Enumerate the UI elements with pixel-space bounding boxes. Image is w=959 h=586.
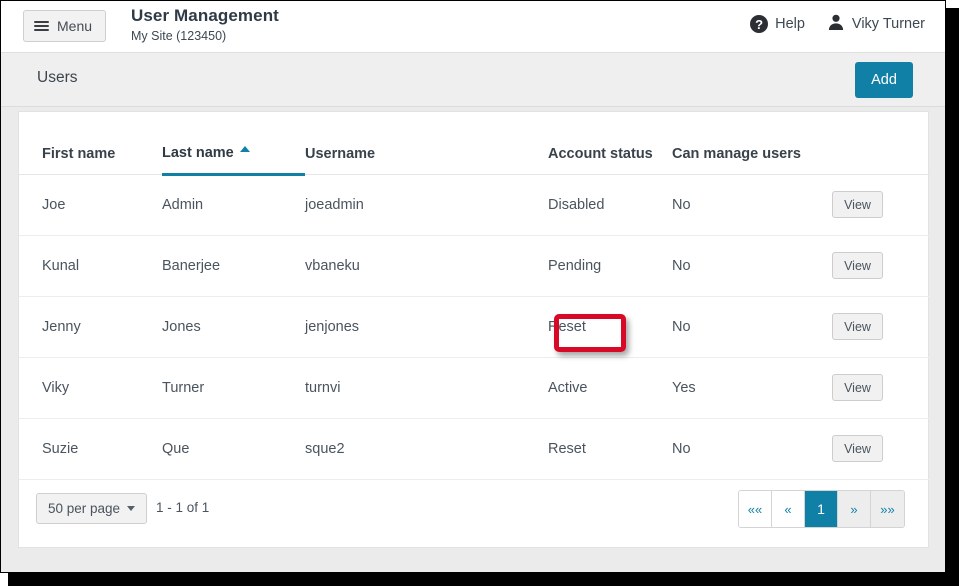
- cell-last-name: Admin: [162, 174, 305, 236]
- cell-can-manage-users: Yes: [672, 357, 832, 419]
- menu-button[interactable]: Menu: [23, 10, 107, 42]
- cell-can-manage-users: No: [672, 174, 832, 236]
- per-page-label: 50 per page: [48, 501, 121, 516]
- section-title: Users: [37, 69, 78, 86]
- cell-first-name: Suzie: [19, 418, 162, 480]
- help-label: Help: [775, 16, 805, 32]
- column-header-label: Account status: [548, 145, 653, 162]
- menu-button-label: Menu: [57, 18, 93, 34]
- table-row: Viky Turner turnvi Active Yes View: [19, 357, 930, 419]
- cell-actions: View: [832, 174, 930, 236]
- users-card: First name Last name Username Account st…: [18, 111, 930, 548]
- top-header-bar: Menu User Management My Site (123450) ? …: [1, 1, 945, 53]
- cell-last-name: Que: [162, 418, 305, 480]
- frame-shadow-bottom: [8, 573, 959, 586]
- cell-can-manage-users: No: [672, 418, 832, 480]
- cell-can-manage-users: No: [672, 235, 832, 297]
- cell-username: joeadmin: [305, 174, 548, 236]
- column-header-account-status[interactable]: Account status: [548, 112, 672, 175]
- view-button[interactable]: View: [832, 313, 883, 340]
- cell-first-name: Joe: [19, 174, 162, 236]
- last-page-button[interactable]: »»: [871, 491, 904, 527]
- cell-account-status: Active: [548, 357, 672, 419]
- add-button[interactable]: Add: [855, 62, 913, 98]
- cell-actions: View: [832, 418, 930, 480]
- column-header-username[interactable]: Username: [305, 112, 548, 175]
- table-header-row: First name Last name Username Account st…: [19, 112, 930, 176]
- column-header-first-name[interactable]: First name: [19, 112, 162, 175]
- column-header-actions: [832, 112, 930, 175]
- result-range-label: 1 - 1 of 1: [156, 500, 210, 515]
- cell-first-name: Viky: [19, 357, 162, 419]
- cell-last-name: Turner: [162, 357, 305, 419]
- view-button[interactable]: View: [832, 191, 883, 218]
- cell-actions: View: [832, 296, 930, 358]
- person-icon: [827, 13, 845, 35]
- table-footer: 50 per page 1 - 1 of 1 «« « 1 » »»: [19, 475, 928, 547]
- column-header-last-name[interactable]: Last name: [162, 112, 305, 176]
- next-page-button[interactable]: »: [838, 491, 871, 527]
- cell-username: sque2: [305, 418, 548, 480]
- page-1-button[interactable]: 1: [805, 491, 838, 527]
- first-page-button[interactable]: ««: [739, 491, 772, 527]
- section-header-bar: Users Add: [1, 53, 945, 107]
- hamburger-icon: [34, 21, 49, 31]
- cell-username: turnvi: [305, 357, 548, 419]
- site-subtitle: My Site (123450): [131, 29, 227, 43]
- question-mark-circle-icon: ?: [750, 15, 769, 33]
- column-header-label: Username: [305, 145, 376, 162]
- cell-last-name: Jones: [162, 296, 305, 358]
- cell-first-name: Kunal: [19, 235, 162, 297]
- cell-can-manage-users: No: [672, 296, 832, 358]
- table-row: Kunal Banerjee vbaneku Pending No View: [19, 235, 930, 297]
- column-header-label: Last name: [162, 144, 234, 161]
- cell-actions: View: [832, 235, 930, 297]
- pagination: «« « 1 » »»: [738, 490, 905, 528]
- cell-first-name: Jenny: [19, 296, 162, 358]
- column-header-label: First name: [42, 145, 116, 162]
- cell-username: jenjones: [305, 296, 548, 358]
- screenshot-frame: Menu User Management My Site (123450) ? …: [0, 0, 946, 573]
- frame-shadow-right: [946, 8, 959, 586]
- column-header-label: Can manage users: [672, 145, 801, 162]
- per-page-dropdown[interactable]: 50 per page: [36, 493, 148, 524]
- caret-down-icon: [127, 506, 136, 511]
- column-header-can-manage-users[interactable]: Can manage users: [672, 112, 832, 175]
- user-account-link[interactable]: Viky Turner: [827, 13, 925, 35]
- table-row: Joe Admin joeadmin Disabled No View: [19, 174, 930, 236]
- top-header-actions: ? Help Viky Turner: [750, 13, 925, 35]
- table-row: Suzie Que sque2 Reset No View: [19, 418, 930, 480]
- users-table: First name Last name Username Account st…: [19, 112, 930, 480]
- title-block: User Management My Site (123450): [131, 5, 279, 44]
- cell-account-status: Reset: [548, 418, 672, 480]
- prev-page-button[interactable]: «: [772, 491, 805, 527]
- caret-up-icon: [239, 145, 250, 152]
- view-button[interactable]: View: [832, 252, 883, 279]
- users-table-body: Joe Admin joeadmin Disabled No View Kuna…: [19, 174, 930, 480]
- cell-username: vbaneku: [305, 235, 548, 297]
- cell-account-status: Pending: [548, 235, 672, 297]
- table-row: Jenny Jones jenjones Reset No View: [19, 296, 930, 358]
- users-table-head: First name Last name Username Account st…: [19, 112, 930, 176]
- view-button[interactable]: View: [832, 435, 883, 462]
- user-name-label: Viky Turner: [851, 16, 925, 32]
- cell-actions: View: [832, 357, 930, 419]
- help-link[interactable]: ? Help: [750, 15, 805, 33]
- view-button[interactable]: View: [832, 374, 883, 401]
- cell-account-status: Disabled: [548, 174, 672, 236]
- cell-account-status: Reset: [548, 296, 672, 358]
- page-title: User Management: [131, 6, 279, 25]
- cell-last-name: Banerjee: [162, 235, 305, 297]
